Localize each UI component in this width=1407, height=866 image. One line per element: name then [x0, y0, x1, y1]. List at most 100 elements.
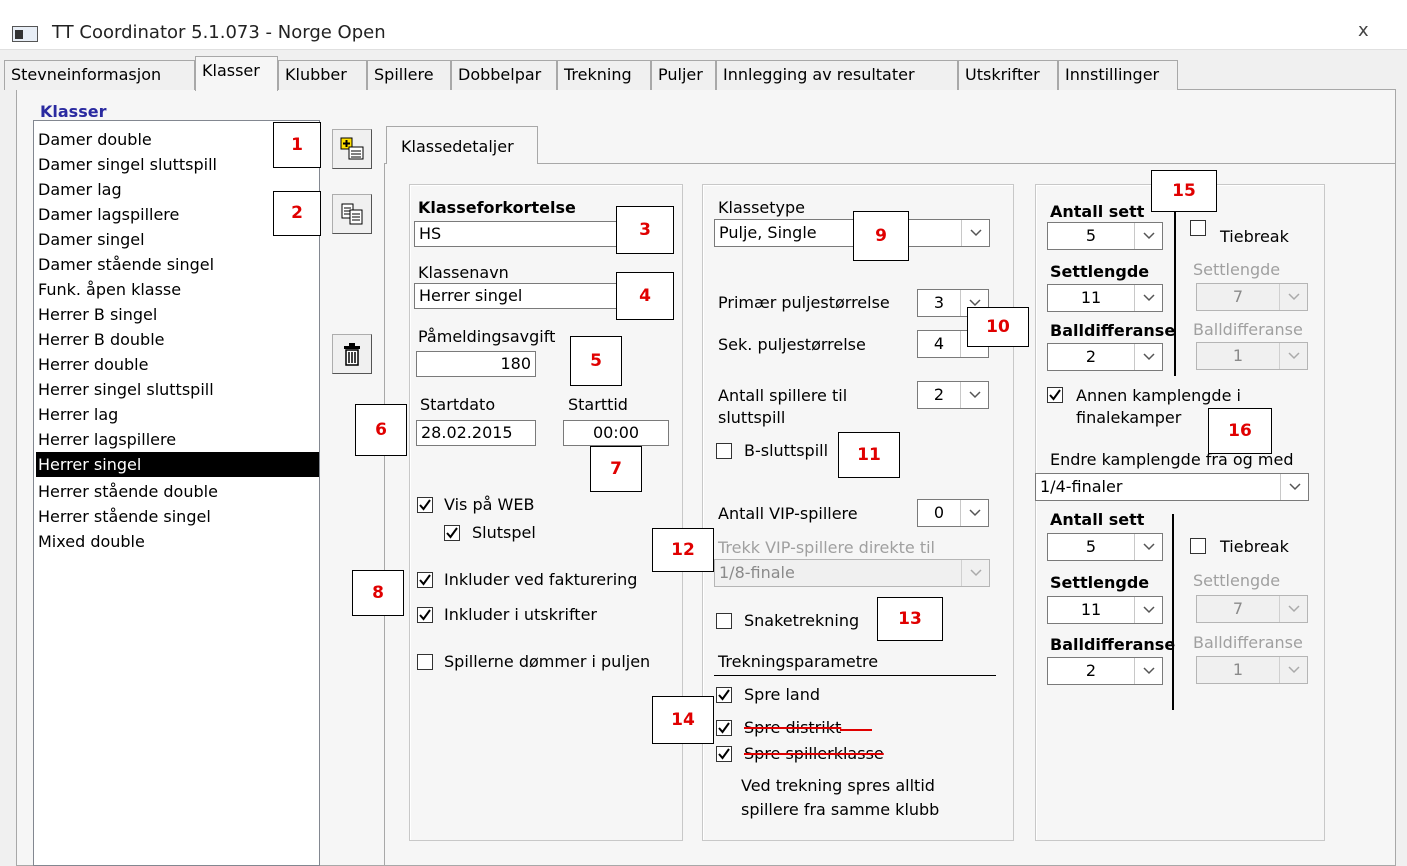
settlengde-select[interactable]: 11: [1047, 284, 1163, 312]
antall-select[interactable]: 2: [917, 381, 989, 409]
add-class-button[interactable]: [332, 129, 372, 169]
callout-badge: 9: [853, 211, 909, 261]
vis-web-checkbox[interactable]: [417, 497, 433, 513]
endre-value: 1/4-finaler: [1040, 477, 1123, 496]
settlengde-disabled-label-2: Settlengde: [1193, 571, 1281, 590]
list-item[interactable]: Damer lag: [38, 177, 122, 202]
annen-kamplengde-checkbox[interactable]: [1047, 387, 1063, 403]
utskrifter-checkbox[interactable]: [417, 607, 433, 623]
antall-label-2: sluttspill: [718, 408, 786, 427]
chevron-down-icon[interactable]: [1134, 285, 1162, 311]
class-list-heading: Klasser: [40, 102, 107, 121]
list-item[interactable]: Herrer B double: [38, 327, 165, 352]
chevron-down-icon[interactable]: [1134, 344, 1162, 370]
balldiff-disabled-select-2: 1: [1196, 656, 1308, 684]
antall-sett-select-2[interactable]: 5: [1047, 533, 1163, 561]
name-field[interactable]: Herrer singel: [414, 283, 620, 309]
list-item-selected[interactable]: Herrer singel: [36, 452, 319, 477]
list-item[interactable]: Herrer double: [38, 352, 148, 377]
list-item[interactable]: Damer singel sluttspill: [38, 152, 217, 177]
chevron-down-icon[interactable]: [960, 382, 988, 408]
callout-badge: 16: [1208, 408, 1272, 454]
antall-sett-select[interactable]: 5: [1047, 222, 1163, 250]
tab-klasser[interactable]: Klasser: [195, 56, 278, 91]
balldiff-value: 2: [1085, 347, 1097, 366]
copy-class-button[interactable]: [332, 194, 372, 234]
list-item[interactable]: Damer lagspillere: [38, 202, 179, 227]
antall-value: 2: [933, 385, 945, 404]
chevron-down-icon[interactable]: [1134, 597, 1162, 623]
list-item[interactable]: Damer singel: [38, 227, 145, 252]
callout-badge: 12: [652, 528, 714, 572]
vip-label: Antall VIP-spillere: [718, 504, 858, 523]
callout-badge: 13: [877, 597, 943, 641]
tab-utskrifter[interactable]: Utskrifter: [958, 60, 1058, 90]
spre-distrikt-checkbox[interactable]: [716, 720, 732, 736]
antall-sett-label-2: Antall sett: [1050, 510, 1145, 529]
antall-sett-label: Antall sett: [1050, 202, 1145, 221]
delete-class-button[interactable]: [332, 334, 372, 374]
list-item[interactable]: Damer stående singel: [38, 252, 214, 277]
spre-klasse-checkbox[interactable]: [716, 746, 732, 762]
fakturering-label: Inkluder ved fakturering: [444, 570, 638, 589]
window-title: TT Coordinator 5.1.073 - Norge Open: [52, 22, 386, 43]
tab-klassedetaljer[interactable]: Klassedetaljer: [386, 126, 538, 164]
chevron-down-icon[interactable]: [1134, 658, 1162, 684]
balldiff-label-2: Balldifferanse: [1050, 635, 1176, 654]
slutspel-checkbox[interactable]: [444, 525, 460, 541]
balldiff-disabled-value-2: 1: [1232, 660, 1244, 679]
balldiff-select[interactable]: 2: [1047, 343, 1163, 371]
tiebreak-label-2: Tiebreak: [1220, 537, 1289, 556]
close-button[interactable]: x: [1358, 20, 1369, 41]
chevron-down-icon[interactable]: [960, 500, 988, 526]
list-item[interactable]: Mixed double: [38, 529, 145, 554]
tab-klubber[interactable]: Klubber: [278, 60, 367, 90]
chevron-down-icon[interactable]: [1134, 534, 1162, 560]
fakturering-checkbox[interactable]: [417, 572, 433, 588]
chevron-down-icon: [961, 560, 989, 586]
chevron-down-icon[interactable]: [961, 220, 989, 246]
vip-select[interactable]: 0: [917, 499, 989, 527]
endre-select[interactable]: 1/4-finaler: [1035, 473, 1309, 501]
fee-field[interactable]: 180: [416, 351, 536, 377]
list-item[interactable]: Herrer lag: [38, 402, 118, 427]
chevron-down-icon[interactable]: [1280, 474, 1308, 500]
chevron-down-icon[interactable]: [1134, 223, 1162, 249]
list-item[interactable]: Damer double: [38, 127, 152, 152]
tab-trekning[interactable]: Trekning: [557, 60, 651, 90]
list-item[interactable]: Herrer stående singel: [38, 504, 211, 529]
dommer-checkbox[interactable]: [417, 654, 433, 670]
snake-checkbox[interactable]: [716, 613, 732, 629]
balldiff-select-2[interactable]: 2: [1047, 657, 1163, 685]
list-item[interactable]: Herrer singel sluttspill: [38, 377, 214, 402]
list-item[interactable]: Funk. åpen klasse: [38, 277, 181, 302]
tab-dobbelpar[interactable]: Dobbelpar: [451, 60, 557, 90]
tab-innlegging[interactable]: Innlegging av resultater: [716, 60, 958, 90]
abbr-field[interactable]: HS: [414, 221, 620, 247]
b-sluttspill-label: B-sluttspill: [744, 441, 829, 460]
startdate-field[interactable]: 28.02.2015: [416, 420, 536, 446]
b-sluttspill-checkbox[interactable]: [716, 443, 732, 459]
list-item[interactable]: Herrer lagspillere: [38, 427, 176, 452]
secondary-value: 4: [933, 334, 945, 353]
balldiff-label: Balldifferanse: [1050, 321, 1176, 340]
tab-innstillinger[interactable]: Innstillinger: [1058, 60, 1178, 90]
settlengde-value-2: 11: [1080, 600, 1102, 619]
abbr-label: Klasseforkortelse: [418, 198, 576, 217]
list-item[interactable]: Herrer B singel: [38, 302, 157, 327]
annen-kamplengde-label-2: finalekamper: [1076, 408, 1182, 427]
list-item[interactable]: Herrer stående double: [38, 479, 218, 504]
tab-spillere[interactable]: Spillere: [367, 60, 451, 90]
klassetype-select[interactable]: Pulje, Single: [714, 219, 990, 247]
starttime-field[interactable]: 00:00: [563, 420, 669, 446]
tiebreak-checkbox-2[interactable]: [1190, 538, 1206, 554]
tiebreak-checkbox[interactable]: [1190, 220, 1206, 236]
antall-sett-value-2: 5: [1085, 537, 1097, 556]
spre-land-checkbox[interactable]: [716, 687, 732, 703]
settlengde-disabled-select: 7: [1196, 283, 1308, 311]
settlengde-select-2[interactable]: 11: [1047, 596, 1163, 624]
tab-puljer[interactable]: Puljer: [651, 60, 716, 90]
tiebreak-label: Tiebreak: [1220, 227, 1289, 246]
trekk-vip-label: Trekk VIP-spillere direkte til: [718, 538, 935, 557]
tab-stevneinformasjon[interactable]: Stevneinformasjon: [4, 60, 195, 90]
